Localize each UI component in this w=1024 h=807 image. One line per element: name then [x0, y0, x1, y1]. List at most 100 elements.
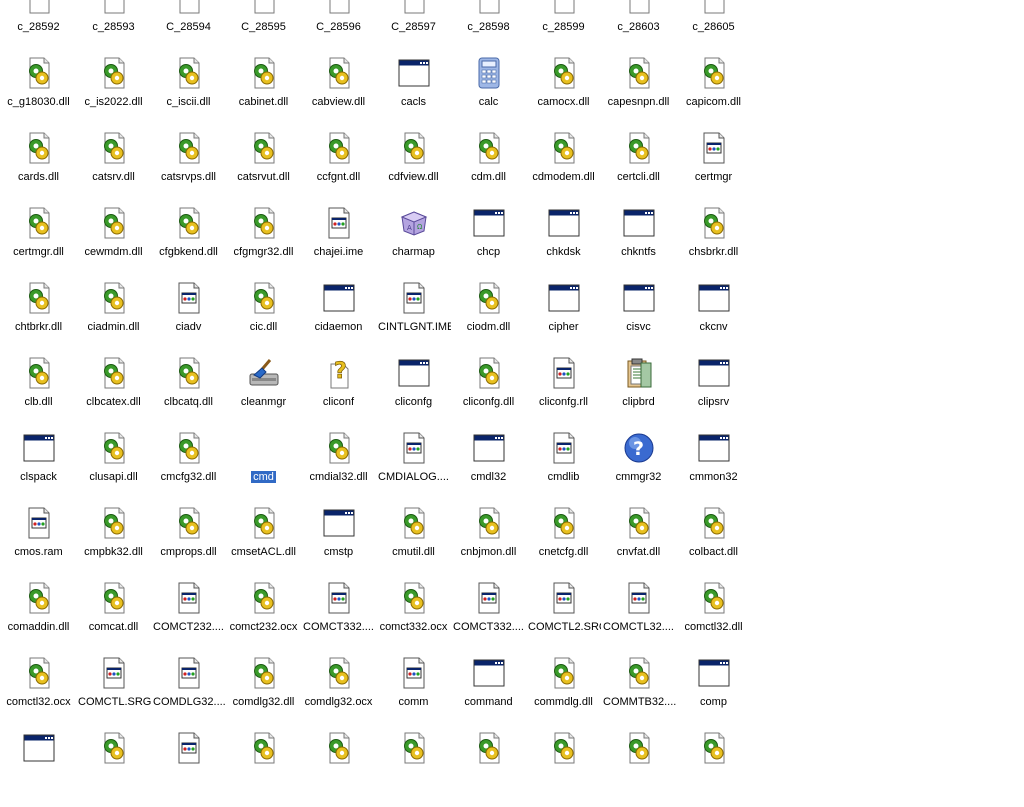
file-item[interactable]: cnvfat.dll	[601, 507, 676, 582]
file-item[interactable]	[151, 732, 226, 807]
file-item[interactable]: cmos.ram	[1, 507, 76, 582]
file-item[interactable]: cfgmgr32.dll	[226, 207, 301, 282]
file-item[interactable]: c_iscii.dll	[151, 57, 226, 132]
file-item[interactable]: command	[451, 657, 526, 732]
file-item[interactable]: c_g18030.dll	[1, 57, 76, 132]
file-item[interactable]: cmstp	[301, 507, 376, 582]
file-item[interactable]: cabview.dll	[301, 57, 376, 132]
file-item[interactable]: cabinet.dll	[226, 57, 301, 132]
file-item[interactable]: clbcatex.dll	[76, 357, 151, 432]
file-item[interactable]: certmgr	[676, 132, 751, 207]
file-item[interactable]: cisvc	[601, 282, 676, 357]
file-item[interactable]: c_28593	[76, 0, 151, 57]
file-item[interactable]: cliconfg.dll	[451, 357, 526, 432]
file-item[interactable]: cmprops.dll	[151, 507, 226, 582]
file-item[interactable]: cic.dll	[226, 282, 301, 357]
file-item[interactable]: comdlg32.dll	[226, 657, 301, 732]
file-item[interactable]: clspack	[1, 432, 76, 507]
file-item[interactable]: capesnpn.dll	[601, 57, 676, 132]
file-item[interactable]: C_28596	[301, 0, 376, 57]
file-item[interactable]: comctl32.dll	[676, 582, 751, 657]
file-item[interactable]: cdfview.dll	[376, 132, 451, 207]
file-item[interactable]: certcli.dll	[601, 132, 676, 207]
file-item[interactable]	[301, 732, 376, 807]
file-item[interactable]: cmd	[226, 432, 301, 507]
file-item[interactable]: CMDIALOG....	[376, 432, 451, 507]
file-item[interactable]: camocx.dll	[526, 57, 601, 132]
file-item[interactable]: commdlg.dll	[526, 657, 601, 732]
file-item[interactable]: COMDLG32....	[151, 657, 226, 732]
file-item[interactable]: c_is2022.dll	[76, 57, 151, 132]
file-item[interactable]: C_28597	[376, 0, 451, 57]
file-item[interactable]: chkdsk	[526, 207, 601, 282]
file-item[interactable]: chkntfs	[601, 207, 676, 282]
file-item[interactable]: catsrv.dll	[76, 132, 151, 207]
file-item[interactable]: ciodm.dll	[451, 282, 526, 357]
file-item[interactable]: COMCT332....	[451, 582, 526, 657]
file-item[interactable]: COMMTB32....	[601, 657, 676, 732]
file-item[interactable]: comct332.ocx	[376, 582, 451, 657]
file-item[interactable]: c_28603	[601, 0, 676, 57]
file-item[interactable]: cmdial32.dll	[301, 432, 376, 507]
file-item[interactable]: clbcatq.dll	[151, 357, 226, 432]
file-item[interactable]: cewmdm.dll	[76, 207, 151, 282]
file-item[interactable]: cdm.dll	[451, 132, 526, 207]
file-item[interactable]: COMCTL32....	[601, 582, 676, 657]
file-item[interactable]: cmdlib	[526, 432, 601, 507]
file-item[interactable]: COMCT232....	[151, 582, 226, 657]
file-item[interactable]: calc	[451, 57, 526, 132]
file-item[interactable]: cmpbk32.dll	[76, 507, 151, 582]
file-item[interactable]	[526, 732, 601, 807]
file-item[interactable]: cnetcfg.dll	[526, 507, 601, 582]
file-item[interactable]: cliconfg.rll	[526, 357, 601, 432]
file-item[interactable]: catsrvut.dll	[226, 132, 301, 207]
file-item[interactable]: c_28598	[451, 0, 526, 57]
file-item[interactable]: chsbrkr.dll	[676, 207, 751, 282]
file-item[interactable]: COMCTL.SRG	[76, 657, 151, 732]
file-item[interactable]: certmgr.dll	[1, 207, 76, 282]
file-item[interactable]: c_28592	[1, 0, 76, 57]
file-item[interactable]: cmsetACL.dll	[226, 507, 301, 582]
file-item[interactable]: cidaemon	[301, 282, 376, 357]
file-item[interactable]: cmdl32	[451, 432, 526, 507]
file-item[interactable]: C_28594	[151, 0, 226, 57]
file-item[interactable]: comaddin.dll	[1, 582, 76, 657]
file-item[interactable]	[601, 732, 676, 807]
file-item[interactable]: COMCTL2.SRG	[526, 582, 601, 657]
file-item[interactable]	[376, 732, 451, 807]
file-item[interactable]: ciadmin.dll	[76, 282, 151, 357]
file-item[interactable]: chajei.ime	[301, 207, 376, 282]
file-item[interactable]	[1, 732, 76, 807]
file-item[interactable]: colbact.dll	[676, 507, 751, 582]
file-item[interactable]: cleanmgr	[226, 357, 301, 432]
file-item[interactable]: chcp	[451, 207, 526, 282]
file-item[interactable]: clipsrv	[676, 357, 751, 432]
file-item[interactable]: c_28599	[526, 0, 601, 57]
file-item[interactable]	[76, 732, 151, 807]
file-item[interactable]: ? cmmgr32	[601, 432, 676, 507]
file-item[interactable]: clb.dll	[1, 357, 76, 432]
file-item[interactable]: ? cliconf	[301, 357, 376, 432]
file-item[interactable]: cmcfg32.dll	[151, 432, 226, 507]
file-item[interactable]: COMCT332....	[301, 582, 376, 657]
file-item[interactable]: clusapi.dll	[76, 432, 151, 507]
file-item[interactable]: comcat.dll	[76, 582, 151, 657]
file-item[interactable]: cacls	[376, 57, 451, 132]
file-item[interactable]	[676, 732, 751, 807]
file-item[interactable]: ciadv	[151, 282, 226, 357]
file-item[interactable]: cfgbkend.dll	[151, 207, 226, 282]
file-item[interactable]: cnbjmon.dll	[451, 507, 526, 582]
file-item[interactable]: cipher	[526, 282, 601, 357]
file-item[interactable]: cliconfg	[376, 357, 451, 432]
file-item[interactable]: comm	[376, 657, 451, 732]
file-item[interactable]	[451, 732, 526, 807]
file-item[interactable]: C_28595	[226, 0, 301, 57]
file-item[interactable]: cards.dll	[1, 132, 76, 207]
file-item[interactable]: comp	[676, 657, 751, 732]
file-item[interactable]: CINTLGNT.IME	[376, 282, 451, 357]
file-item[interactable]: clipbrd	[601, 357, 676, 432]
file-item[interactable]	[226, 732, 301, 807]
file-item[interactable]: cmmon32	[676, 432, 751, 507]
file-item[interactable]: A Ωcharmap	[376, 207, 451, 282]
file-item[interactable]: catsrvps.dll	[151, 132, 226, 207]
